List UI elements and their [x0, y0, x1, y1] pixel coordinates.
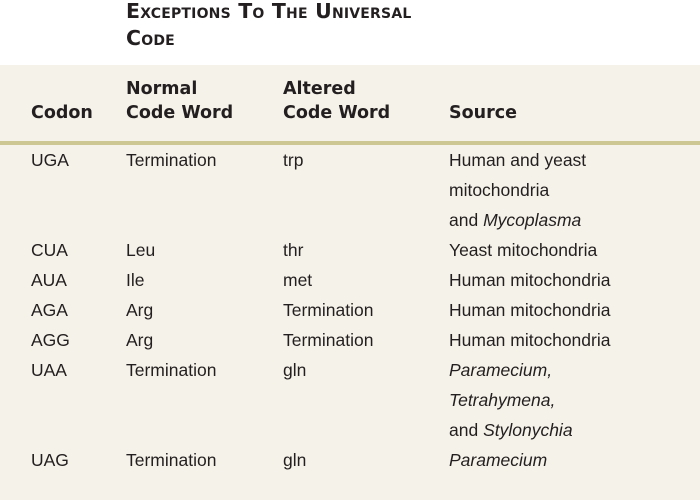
cell-altered-code-word: met	[283, 270, 313, 290]
cell-altered-code-word: gln	[283, 450, 307, 470]
cell-source: Yeast mitochondria	[449, 235, 694, 265]
page-title: Exceptions to the Universal Code	[126, 0, 412, 50]
cell-source: Human mitochondria	[449, 295, 694, 325]
cell-source: Paramecium, Tetrahymena, and Stylonychia	[449, 355, 694, 445]
species-name: Tetrahymena,	[449, 390, 556, 410]
cell-codon: AGG	[31, 330, 70, 350]
exceptions-to-universal-code-table-figure: Exceptions to the Universal Code Codon No…	[0, 0, 700, 500]
cell-source: Human mitochondria	[449, 325, 694, 355]
cell-codon: AUA	[31, 270, 67, 290]
cell-altered-code-word: trp	[283, 150, 304, 170]
column-header-source: Source	[449, 103, 517, 123]
cell-normal-code-word: Termination	[126, 150, 217, 170]
source-line: Paramecium	[449, 445, 694, 475]
species-name: Paramecium,	[449, 360, 553, 380]
table-row: CUA Leu thr Yeast mitochondria	[0, 235, 700, 265]
cell-altered-code-word: thr	[283, 240, 304, 260]
source-line: Human and yeast	[449, 150, 587, 170]
source-line: Yeast mitochondria	[449, 240, 598, 260]
column-header-normal-code-word: Normal Code Word	[126, 79, 234, 123]
table-row: UGA Termination trp Human and yeast mitochon…	[0, 145, 700, 235]
table-body: UGA Termination trp Human and yeast mitochon…	[0, 145, 700, 475]
cell-normal-code-word: Termination	[126, 360, 217, 380]
title-band: Exceptions to the Universal Code	[0, 0, 700, 65]
cell-normal-code-word: Arg	[126, 300, 154, 320]
cell-source: Paramecium	[449, 445, 694, 475]
cell-source: Human and yeast mitochondria and Mycoplasm…	[449, 145, 700, 235]
source-line: Paramecium,	[449, 355, 694, 385]
cell-normal-code-word: Termination	[126, 450, 217, 470]
source-line: and Mycoplasma	[449, 210, 582, 230]
column-header-altered-code-word: Altered Code Word	[283, 79, 391, 123]
cell-altered-code-word: Termination	[283, 300, 374, 320]
species-name: Paramecium	[449, 450, 548, 470]
table-panel: Codon Normal Code Word Altered Code Word…	[0, 65, 700, 500]
table-row: UAG Termination gln Paramecium	[0, 445, 700, 475]
cell-codon: UAA	[31, 360, 67, 380]
cell-normal-code-word: Arg	[126, 330, 154, 350]
cell-altered-code-word: gln	[283, 360, 307, 380]
cell-source: Human mitochondria	[449, 265, 694, 295]
source-line: Human mitochondria	[449, 300, 611, 320]
source-line: mitochondria	[449, 180, 550, 200]
cell-normal-code-word: Leu	[126, 240, 156, 260]
cell-altered-code-word: Termination	[283, 330, 374, 350]
species-name: Mycoplasma	[483, 210, 582, 230]
cell-codon: CUA	[31, 240, 68, 260]
table-row: AUA Ile met Human mitochondria	[0, 265, 700, 295]
table-header-row: Codon Normal Code Word Altered Code Word…	[0, 65, 700, 141]
table-row: AGG Arg Termination Human mitochondria	[0, 325, 700, 355]
table-row: AGA Arg Termination Human mitochondria	[0, 295, 700, 325]
table-row: UAA Termination gln Paramecium, Tetrahymena,…	[0, 355, 700, 445]
source-line: Tetrahymena,	[449, 385, 694, 415]
cell-codon: UGA	[31, 150, 69, 170]
source-line: Human mitochondria	[449, 330, 611, 350]
cell-codon: UAG	[31, 450, 69, 470]
source-line: Human mitochondria	[449, 270, 611, 290]
species-name: Stylonychia	[483, 420, 573, 440]
source-line: and Stylonychia	[449, 420, 573, 440]
column-header-codon: Codon	[31, 103, 93, 123]
cell-codon: AGA	[31, 300, 68, 320]
cell-normal-code-word: Ile	[126, 270, 145, 290]
